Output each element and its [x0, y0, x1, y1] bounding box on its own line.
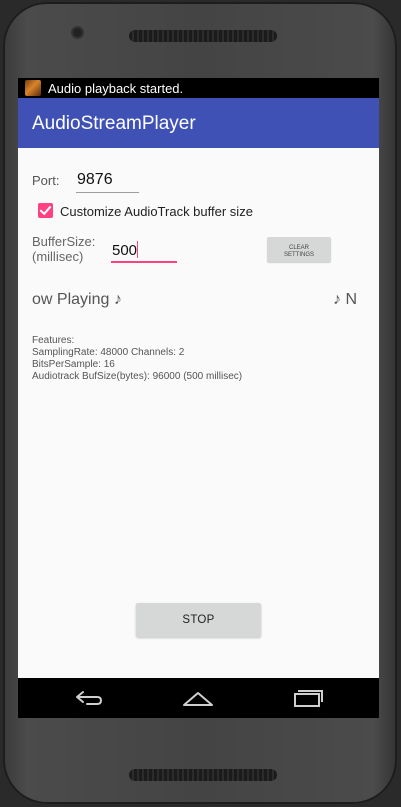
text-cursor — [137, 241, 138, 258]
check-icon — [39, 205, 52, 216]
port-input[interactable] — [76, 168, 139, 193]
bottom-speaker — [129, 769, 277, 781]
buffer-size-input[interactable] — [111, 239, 177, 263]
navigation-bar — [18, 678, 379, 718]
now-playing-marquee-right: ♪ N — [333, 291, 357, 308]
home-icon[interactable] — [181, 688, 215, 708]
buffer-size-label-line1: BufferSize: — [32, 234, 96, 249]
features-bits: BitsPerSample: 16 — [32, 359, 115, 370]
app-bar: AudioStreamPlayer — [18, 98, 379, 148]
clear-settings-button[interactable]: CLEAR SETTINGS — [267, 237, 331, 262]
recents-icon[interactable] — [291, 688, 325, 708]
notification-text[interactable]: Audio playback started. — [48, 81, 183, 96]
album-art-icon[interactable] — [25, 80, 41, 96]
stop-button[interactable]: STOP — [136, 603, 261, 637]
buffer-size-checkbox[interactable] — [38, 203, 53, 218]
device-screen: Audio playback started. AudioStreamPlaye… — [18, 78, 379, 718]
earpiece-speaker — [129, 30, 277, 42]
back-icon[interactable] — [72, 688, 106, 708]
features-info: Features: SamplingRate: 48000 Channels: … — [32, 335, 242, 383]
front-camera — [73, 28, 82, 37]
clear-settings-label-line2: SETTINGS — [283, 251, 314, 258]
features-sampling: SamplingRate: 48000 Channels: 2 — [32, 347, 185, 358]
app-title: AudioStreamPlayer — [32, 113, 196, 134]
buffer-size-label: BufferSize: (millisec) — [32, 234, 95, 264]
status-bar: Audio playback started. — [18, 78, 379, 98]
port-label: Port: — [32, 173, 60, 188]
features-bufsize: Audiotrack BufSize(bytes): 96000 (500 mi… — [32, 371, 243, 382]
main-content: Port: Customize AudioTrack buffer size B… — [18, 148, 379, 678]
buffer-size-checkbox-label[interactable]: Customize AudioTrack buffer size — [60, 204, 253, 219]
now-playing-marquee-left: ow Playing ♪ — [32, 291, 122, 308]
features-title: Features: — [32, 335, 75, 346]
clear-settings-label-line1: CLEAR — [288, 244, 309, 251]
buffer-size-label-line2: (millisec) — [32, 249, 84, 264]
